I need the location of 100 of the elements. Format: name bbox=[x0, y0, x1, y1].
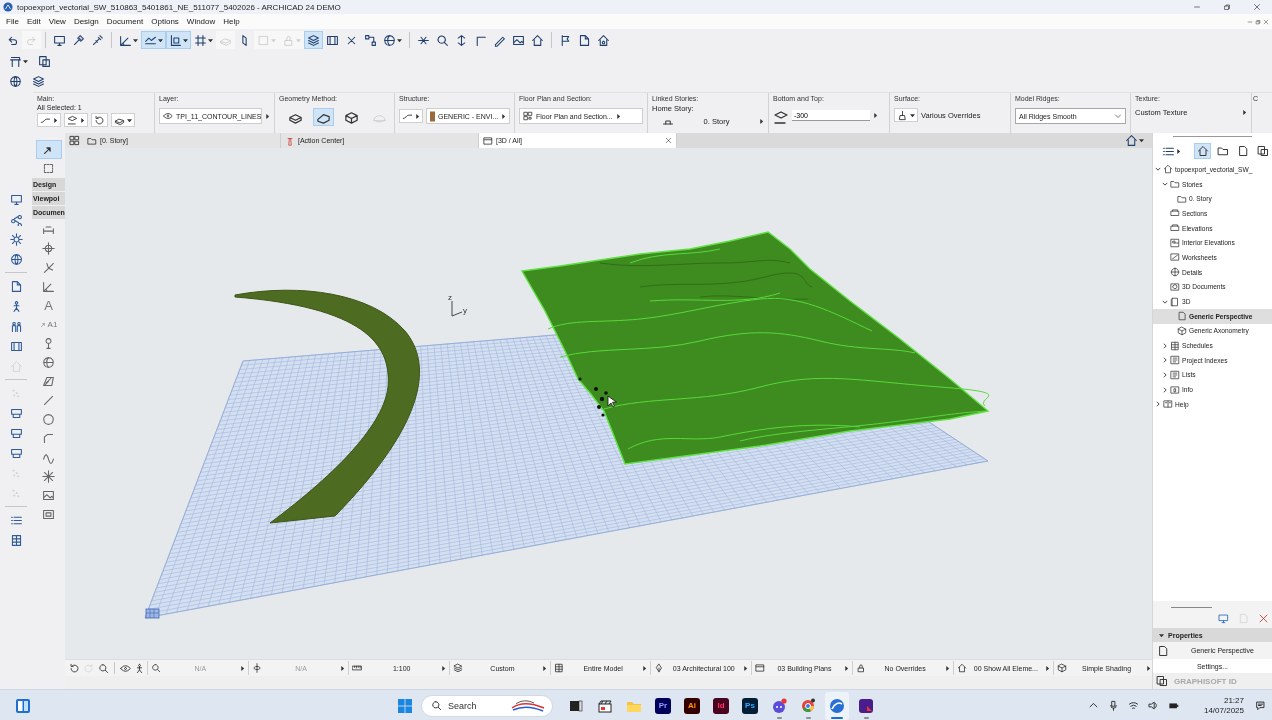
pointer-tool[interactable] bbox=[35, 140, 62, 159]
menu-item[interactable]: View bbox=[44, 14, 70, 29]
line-icon bbox=[42, 394, 55, 407]
bracket-button[interactable] bbox=[166, 31, 191, 49]
house-icon bbox=[9, 359, 23, 373]
caret-down-icon bbox=[127, 117, 132, 123]
caret-right-icon bbox=[265, 113, 270, 119]
menu-item[interactable]: Help bbox=[219, 14, 244, 29]
label-tool[interactable]: A1 bbox=[35, 315, 62, 334]
caret-right-icon bbox=[615, 113, 621, 119]
widgets-icon bbox=[15, 697, 31, 714]
folder-icon bbox=[1216, 145, 1229, 157]
layers-button[interactable] bbox=[304, 31, 323, 49]
document-icon bbox=[9, 279, 23, 293]
search-highlight-icon bbox=[510, 697, 546, 714]
lock-icon bbox=[282, 33, 295, 47]
page-icon bbox=[1237, 612, 1249, 624]
minimize-icon bbox=[1247, 18, 1253, 25]
arrow-icon bbox=[39, 321, 47, 328]
tiles-icon bbox=[68, 135, 80, 146]
axis-label: z bbox=[448, 293, 452, 302]
wave-icon bbox=[42, 451, 55, 464]
caret-right-icon bbox=[340, 665, 346, 671]
sheets-icon bbox=[38, 54, 51, 68]
clapperboard-icon bbox=[597, 697, 613, 714]
table-grid-icon bbox=[1170, 340, 1180, 351]
geometry-method-button[interactable] bbox=[313, 108, 334, 126]
windows-logo-icon bbox=[397, 697, 413, 714]
menu-item[interactable]: Edit bbox=[22, 14, 45, 29]
speaker-icon bbox=[1148, 700, 1160, 711]
marquee-icon bbox=[42, 162, 55, 175]
bracket-icon bbox=[169, 33, 182, 47]
lock-icon bbox=[855, 663, 866, 673]
square-app-icon bbox=[858, 697, 874, 714]
caret-right-icon bbox=[743, 665, 749, 671]
house-button[interactable] bbox=[1194, 143, 1211, 159]
sheets-icon bbox=[1156, 675, 1168, 687]
restore-icon bbox=[1255, 18, 1261, 25]
brush-icon bbox=[897, 109, 908, 121]
caret-right-icon bbox=[843, 665, 849, 671]
menu-item[interactable]: Options bbox=[147, 14, 183, 29]
document-icon bbox=[578, 33, 591, 47]
clock[interactable]: 21:27 14/07/2025 bbox=[1185, 695, 1248, 716]
page-icon bbox=[1177, 311, 1187, 322]
close-button[interactable] bbox=[1257, 612, 1269, 624]
rotate-button[interactable] bbox=[67, 661, 82, 675]
globe-icon bbox=[9, 252, 23, 266]
frame-icon bbox=[9, 339, 23, 353]
zigzag-button[interactable] bbox=[141, 31, 166, 49]
caret-right-icon bbox=[642, 665, 648, 671]
house-button[interactable] bbox=[1123, 133, 1146, 148]
image-icon bbox=[42, 489, 55, 502]
surface-button[interactable] bbox=[894, 108, 918, 122]
share-icon bbox=[9, 212, 23, 226]
eyedropper-icon bbox=[72, 33, 85, 47]
chevron-down-icon bbox=[1114, 112, 1122, 120]
branch-icon bbox=[42, 261, 55, 274]
text-tool[interactable]: A bbox=[35, 296, 62, 315]
table-grid-icon bbox=[9, 533, 23, 547]
arc-logo-icon bbox=[829, 697, 845, 714]
caret-right-icon bbox=[415, 113, 420, 119]
tab-overview-button[interactable] bbox=[65, 133, 83, 148]
material-swatch-icon bbox=[430, 110, 435, 122]
cube-icon bbox=[1177, 325, 1187, 336]
sheets-icon bbox=[1256, 145, 1269, 157]
card-icon bbox=[9, 446, 23, 460]
book-icon bbox=[1163, 399, 1173, 410]
eye-icon bbox=[119, 662, 131, 674]
flag-icon bbox=[559, 33, 572, 47]
ruler-icon bbox=[352, 663, 363, 673]
element-button[interactable] bbox=[91, 113, 108, 127]
nib-icon bbox=[654, 663, 665, 673]
caret-right-icon bbox=[944, 665, 950, 671]
window-title: topoexport_vectorial_SW_510863_5401861_NE_511077_5402026 - ARCHICAD 24 DEMO bbox=[17, 2, 341, 12]
monitor-icon bbox=[9, 192, 23, 206]
grid-icon bbox=[194, 33, 207, 47]
menu-item[interactable]: File bbox=[2, 14, 23, 29]
menu-item[interactable]: Design bbox=[69, 14, 103, 29]
eye-icon bbox=[163, 111, 173, 121]
caret-right-icon bbox=[501, 113, 507, 119]
taskbar-app[interactable]: Ps bbox=[738, 691, 762, 720]
magnifier-button[interactable] bbox=[96, 661, 111, 675]
search-input[interactable]: Search bbox=[448, 700, 504, 711]
element-button[interactable] bbox=[111, 113, 135, 127]
close-icon bbox=[1263, 18, 1269, 25]
task-view-icon bbox=[568, 697, 584, 714]
structure-type-button[interactable] bbox=[399, 109, 423, 123]
taskbar-app[interactable]: Pr bbox=[651, 691, 675, 720]
axis-label: y bbox=[463, 306, 467, 315]
search-box[interactable]: Search bbox=[421, 694, 553, 717]
taskbar-app[interactable]: Id bbox=[709, 691, 733, 720]
dimension-icon bbox=[42, 223, 55, 236]
card-icon bbox=[9, 406, 23, 420]
taskbar-app[interactable]: Ai bbox=[680, 691, 704, 720]
element-button[interactable] bbox=[64, 113, 88, 127]
rotate-icon bbox=[68, 662, 80, 674]
menu-item[interactable]: Document bbox=[102, 14, 148, 29]
element-button[interactable] bbox=[37, 113, 61, 127]
panel-icon bbox=[1170, 296, 1180, 307]
menu-item[interactable]: Window bbox=[182, 14, 220, 29]
